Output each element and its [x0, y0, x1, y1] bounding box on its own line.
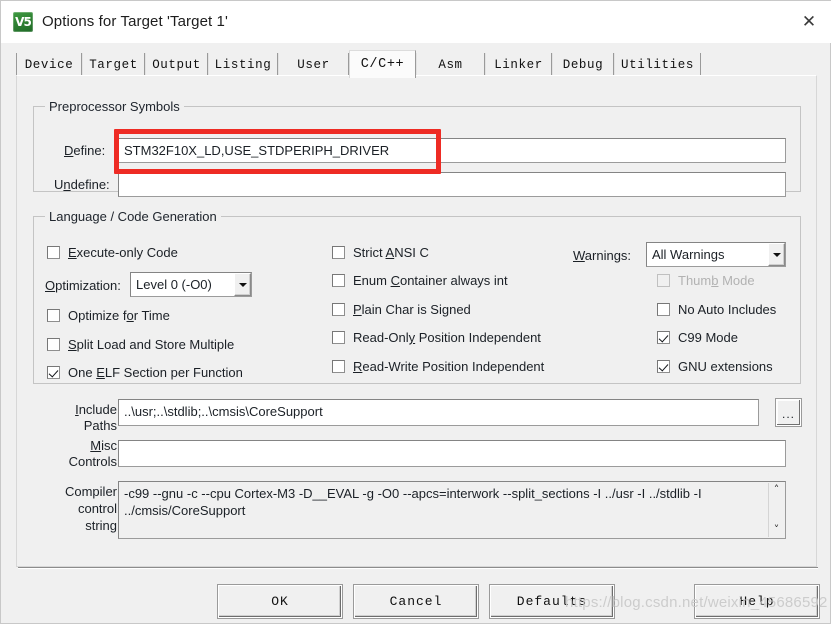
- checkbox-label: Execute-only Code: [68, 245, 178, 260]
- checkbox-box: [47, 309, 60, 322]
- checkbox-read-write-position-independent[interactable]: Read-Write Position Independent: [332, 359, 544, 374]
- compiler-control-string-label-line2: control: [77, 501, 117, 516]
- checkbox-gnu-extensions[interactable]: GNU extensions: [657, 359, 773, 374]
- tab-listing[interactable]: Listing: [208, 53, 278, 76]
- tab-asm[interactable]: Asm: [416, 53, 485, 76]
- help-button[interactable]: Help: [695, 585, 819, 618]
- tab-output[interactable]: Output: [145, 53, 208, 76]
- compiler-control-string-label-line3: string: [85, 518, 117, 533]
- checkbox-c99-mode[interactable]: C99 Mode: [657, 330, 738, 345]
- checkbox-label: Plain Char is Signed: [353, 302, 471, 317]
- checkbox-label: No Auto Includes: [678, 302, 777, 317]
- checkbox-label: Optimize for Time: [68, 308, 170, 323]
- checkbox-label: Enum Container always int: [353, 273, 508, 288]
- define-input[interactable]: STM32F10X_LD,USE_STDPERIPH_DRIVER: [118, 138, 786, 163]
- checkbox-box: [332, 303, 345, 316]
- tab-debug[interactable]: Debug: [552, 53, 614, 76]
- checkbox-enum-container-always-int[interactable]: Enum Container always int: [332, 273, 508, 288]
- tab-target[interactable]: Target: [82, 53, 145, 76]
- tab-c-cpp[interactable]: C/C++: [349, 50, 416, 78]
- checkbox-label: GNU extensions: [678, 359, 773, 374]
- compiler-control-string-label-line1: Compiler: [64, 484, 117, 499]
- checkbox-one-elf-section-per-function[interactable]: One ELF Section per Function: [47, 365, 243, 380]
- preprocessor-symbols-legend: Preprocessor Symbols: [45, 99, 184, 114]
- compiler-control-scrollbar[interactable]: ˄ ˅: [768, 483, 784, 537]
- defaults-button[interactable]: Defaults: [490, 585, 614, 618]
- scroll-down-icon[interactable]: ˅: [774, 524, 780, 535]
- define-label: Define:: [64, 143, 106, 158]
- checkbox-box: [657, 331, 670, 344]
- chevron-down-icon[interactable]: [768, 243, 785, 266]
- checkbox-box: [47, 246, 60, 259]
- checkbox-thumb-mode: Thumb Mode: [657, 273, 755, 288]
- misc-controls-label-line2: Controls: [68, 454, 117, 469]
- checkbox-box: [47, 366, 60, 379]
- checkbox-split-load-and-store-multiple[interactable]: Split Load and Store Multiple: [47, 337, 234, 352]
- app-icon-glyph: V5: [15, 14, 32, 29]
- keil-uvision-icon: V5: [13, 11, 33, 32]
- checkbox-strict-ansi-c[interactable]: Strict ANSI C: [332, 245, 429, 260]
- include-paths-label-line2: Paths: [83, 418, 117, 433]
- undefine-label: Undefine:: [54, 177, 110, 192]
- misc-controls-input[interactable]: [118, 440, 786, 467]
- checkbox-optimize-for-time[interactable]: Optimize for Time: [47, 308, 170, 323]
- include-paths-browse-button[interactable]: ...: [776, 399, 801, 426]
- include-paths-input[interactable]: ..\usr;..\stdlib;..\cmsis\CoreSupport: [118, 399, 759, 426]
- tab-device[interactable]: Device: [16, 53, 82, 76]
- checkbox-label: Read-Only Position Independent: [353, 330, 541, 345]
- language-code-generation-legend: Language / Code Generation: [45, 209, 221, 224]
- checkbox-box: [332, 274, 345, 287]
- window-title: Options for Target 'Target 1': [42, 13, 228, 30]
- chevron-down-icon[interactable]: [234, 273, 251, 296]
- checkbox-read-only-position-independent[interactable]: Read-Only Position Independent: [332, 330, 541, 345]
- tab-user[interactable]: User: [278, 53, 349, 76]
- checkbox-box: [332, 331, 345, 344]
- c-cpp-tab-panel: Preprocessor Symbols Define: STM32F10X_L…: [16, 75, 817, 567]
- tab-strip: Device Target Output Listing User C/C++ …: [16, 50, 816, 78]
- checkbox-plain-char-is-signed[interactable]: Plain Char is Signed: [332, 302, 471, 317]
- misc-controls-label-line1: Misc: [90, 438, 117, 453]
- warnings-value: All Warnings: [652, 247, 725, 262]
- checkbox-label: Thumb Mode: [678, 273, 755, 288]
- footer-separator: [18, 567, 818, 569]
- checkbox-box: [332, 246, 345, 259]
- checkbox-no-auto-includes[interactable]: No Auto Includes: [657, 302, 776, 317]
- compiler-control-string-textarea[interactable]: -c99 --gnu -c --cpu Cortex-M3 -D__EVAL -…: [118, 481, 786, 539]
- options-dialog: V5 Options for Target 'Target 1' ✕ Devic…: [0, 0, 831, 624]
- checkbox-label: Read-Write Position Independent: [353, 359, 545, 374]
- warnings-label: Warnings:: [573, 248, 632, 263]
- compiler-control-string-value: -c99 --gnu -c --cpu Cortex-M3 -D__EVAL -…: [124, 486, 702, 518]
- checkbox-label: One ELF Section per Function: [68, 365, 243, 380]
- checkbox-box: [657, 274, 670, 287]
- ok-button[interactable]: OK: [218, 585, 342, 618]
- optimization-value: Level 0 (-O0): [136, 277, 212, 292]
- checkbox-label: C99 Mode: [678, 330, 738, 345]
- close-icon[interactable]: ✕: [786, 1, 831, 42]
- optimization-label: Optimization:: [45, 278, 121, 293]
- cancel-button[interactable]: Cancel: [354, 585, 478, 618]
- warnings-select[interactable]: All Warnings: [646, 242, 786, 267]
- checkbox-box: [657, 303, 670, 316]
- scroll-up-icon[interactable]: ˄: [774, 484, 780, 495]
- checkbox-box: [332, 360, 345, 373]
- optimization-select[interactable]: Level 0 (-O0): [130, 272, 252, 297]
- title-bar: V5 Options for Target 'Target 1' ✕: [1, 1, 831, 43]
- checkbox-box: [47, 338, 60, 351]
- tab-linker[interactable]: Linker: [485, 53, 552, 76]
- include-paths-label-line1: Include: [75, 402, 117, 417]
- checkbox-execute-only-code[interactable]: Execute-only Code: [47, 245, 178, 260]
- undefine-input[interactable]: [118, 172, 786, 197]
- checkbox-label: Strict ANSI C: [353, 245, 429, 260]
- tab-utilities[interactable]: Utilities: [614, 53, 701, 76]
- checkbox-box: [657, 360, 670, 373]
- checkbox-label: Split Load and Store Multiple: [68, 337, 235, 352]
